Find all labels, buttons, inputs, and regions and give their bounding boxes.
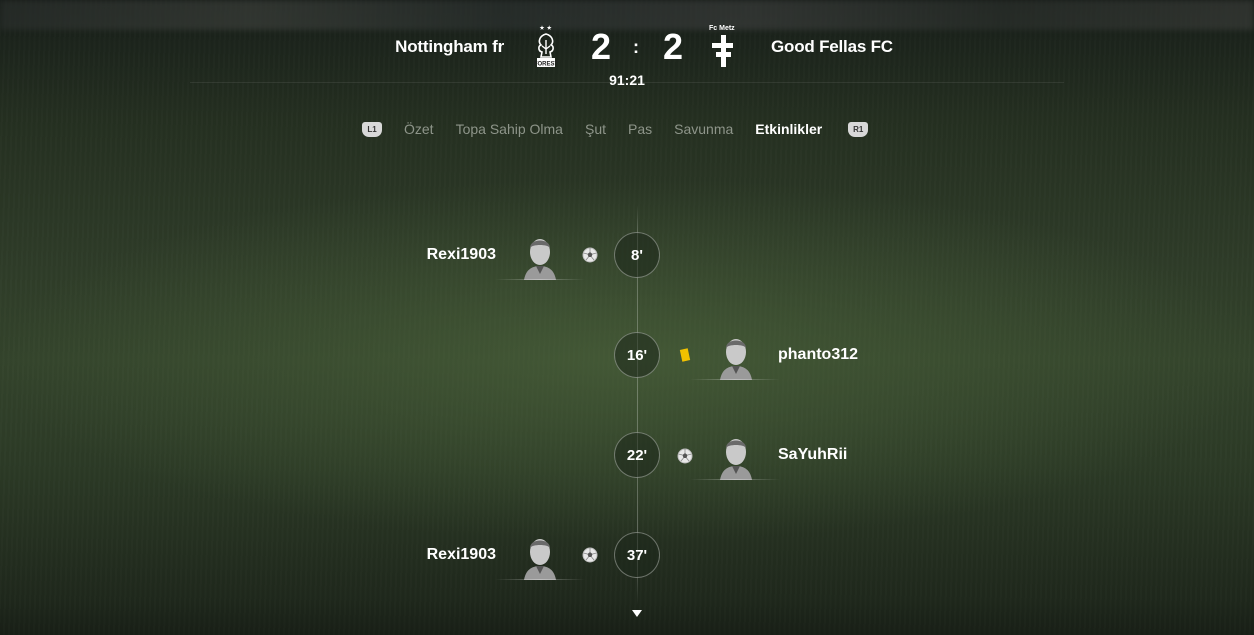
home-score: 2 [591, 26, 612, 67]
player-avatar-icon [524, 539, 556, 580]
score-separator: : [633, 37, 639, 57]
home-team-name: Nottingham fr [395, 37, 504, 56]
event-minute: 22' [614, 432, 660, 478]
tab-pas[interactable]: Pas [628, 121, 652, 137]
tab-sut[interactable]: Şut [585, 121, 606, 137]
tab-etkinlikler[interactable]: Etkinlikler [755, 121, 822, 137]
tab-ozet[interactable]: Özet [404, 121, 434, 137]
event-minute: 37' [614, 532, 660, 578]
event-player-name: SaYuhRii [778, 446, 848, 463]
match-events-screen: Nottingham fr FOREST 2 : 2 Fc Metz Good … [0, 0, 1254, 635]
stats-tab-bar: L1 Özet Topa Sahip Olma Şut Pas Savunma … [362, 118, 869, 140]
avatar-underline [690, 479, 780, 480]
tab-topa-sahip-olma[interactable]: Topa Sahip Olma [456, 121, 563, 137]
l1-button-icon[interactable]: L1 [362, 121, 382, 137]
player-avatar-icon [720, 439, 752, 480]
avatar-underline [495, 579, 585, 580]
event-player-name: Rexi1903 [426, 546, 496, 563]
goal-icon [582, 547, 598, 563]
scroll-down-arrow-icon[interactable] [632, 610, 642, 617]
away-team-name: Good Fellas FC [771, 37, 893, 56]
player-avatar-icon [524, 239, 556, 280]
event-player-name: Rexi1903 [426, 246, 496, 263]
home-crest-label: FOREST [534, 62, 559, 68]
avatar-underline [495, 279, 585, 280]
nottingham-forest-crest-icon: FOREST [534, 25, 559, 68]
goal-icon [582, 247, 598, 263]
event-minute: 16' [614, 332, 660, 378]
avatar-underline [690, 379, 780, 380]
fc-metz-crest-icon [712, 35, 733, 67]
player-avatar-icon [720, 339, 752, 380]
event-minute: 8' [614, 232, 660, 278]
event-player-name: phanto312 [778, 346, 859, 363]
yellow-card-icon [679, 348, 691, 362]
r1-button-icon[interactable]: R1 [848, 121, 869, 137]
tab-savunma[interactable]: Savunma [674, 121, 733, 137]
goal-icon [677, 448, 693, 464]
away-score: 2 [663, 26, 684, 67]
match-clock: 91:21 [609, 72, 645, 88]
